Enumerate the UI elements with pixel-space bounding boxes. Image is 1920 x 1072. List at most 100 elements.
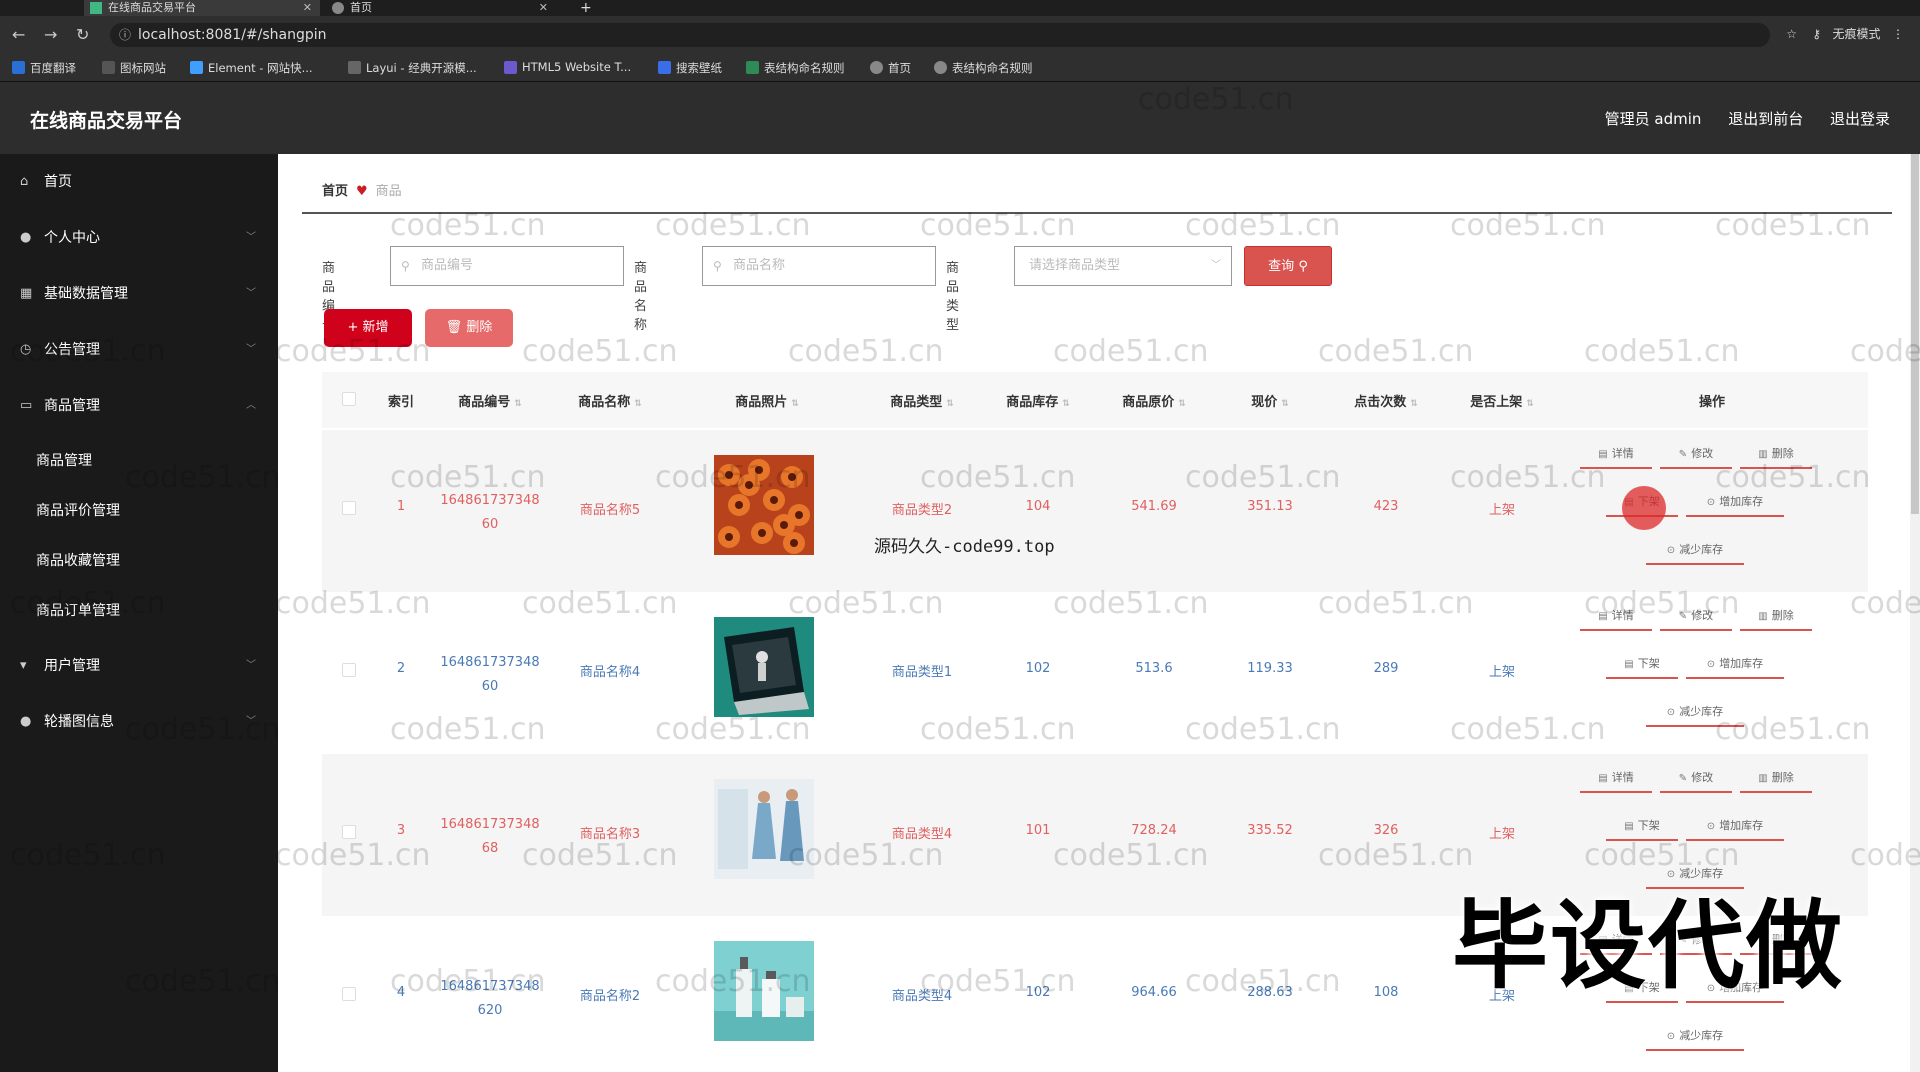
watermark-text: code51.cn [1584,334,1740,369]
watermark-text: code51.cn [655,208,811,243]
browser-tab-active[interactable]: 在线商品交易平台 ✕ [84,0,320,16]
watermark-text: code51.cn [920,208,1076,243]
reload-icon[interactable]: ↻ [76,25,89,44]
trash-icon: ▥ [1758,773,1768,784]
star-icon[interactable]: ☆ [1786,27,1797,41]
delete-button[interactable]: ▥ 删除 [1740,763,1812,793]
th-type[interactable]: 商品类型 ⇅ [862,391,982,410]
back-icon[interactable]: ← [12,25,25,44]
sidebar-item-basedata[interactable]: ▦ 基础数据管理 ﹀ [0,274,278,314]
sort-icon[interactable]: ⇅ [514,399,522,409]
row-checkbox[interactable] [342,501,356,515]
bookmark-label: 表结构命名规则 [952,61,1033,75]
sort-icon[interactable]: ⇅ [634,399,642,409]
bookmark-item[interactable]: Element - 网站快... [190,60,313,76]
cell-status: 上架 [1488,665,1515,680]
query-button[interactable]: 查询 ⚲ [1244,246,1332,286]
sidebar-sub-favorites[interactable]: 商品收藏管理 [0,542,278,580]
breadcrumb-home[interactable]: 首页 [322,184,348,199]
sort-icon[interactable]: ⇅ [1410,399,1418,409]
promo-overlay-text: 毕设代做 [1452,890,1844,1002]
th-label: 操作 [1698,395,1725,410]
th-label: 商品名称 [578,395,631,410]
location-icon: ⊙ [1706,659,1716,670]
detail-button[interactable]: ▤ 详情 [1580,763,1652,793]
name-search-input[interactable]: ⚲ 商品名称 [702,246,936,286]
sidebar-item-home[interactable]: ⌂ 首页 [0,162,278,202]
sort-icon[interactable]: ⇅ [1526,399,1534,409]
offshelf-button[interactable]: ▤下架 [1606,811,1678,841]
bookmark-item[interactable]: Layui - 经典开源模... [348,60,477,76]
row-checkbox[interactable] [342,825,356,839]
browser-tab-home[interactable]: 首页 ✕ [326,0,556,16]
bookmark-item[interactable]: 图标网站 [102,60,166,76]
chevron-down-icon: ﹀ [246,344,256,355]
cell-clicks: 108 [1373,985,1399,1000]
tab-close-icon[interactable]: ✕ [303,0,312,16]
bookmark-icon [12,61,25,74]
bookmark-item[interactable]: 表结构命名规则 [746,60,845,76]
bookmark-item[interactable]: 百度翻译 [12,60,76,76]
delete-button[interactable]: ▥ 删除 [1740,601,1812,631]
add-stock-button[interactable]: ⊙ 增加库存 [1686,649,1784,679]
menu-icon[interactable]: ⋮ [1892,27,1904,41]
th-photo[interactable]: 商品照片 ⇅ [702,391,832,410]
watermark-text: code51.cn [1185,712,1341,747]
watermark-text: code51.cn [522,586,678,621]
bookmark-item[interactable]: 首页 [870,60,911,76]
sort-icon[interactable]: ⇅ [946,399,954,409]
edit-button[interactable]: ✎ 修改 [1660,763,1732,793]
location-icon: ⊙ [1666,707,1676,718]
th-name[interactable]: 商品名称 ⇅ [550,391,670,410]
sidebar-sub-reviews[interactable]: 商品评价管理 [0,492,278,530]
bookmark-item[interactable]: 表结构命名规则 [934,60,1033,76]
sidebar-item-label: 轮播图信息 [44,714,114,730]
cell-orig-price: 728.24 [1131,823,1177,838]
reduce-stock-button[interactable]: ⊙ 减少库存 [1646,1021,1744,1051]
key-icon[interactable]: ⚷ [1812,27,1821,41]
watermark-text: code51.cn [1138,82,1294,117]
type-select[interactable]: 请选择商品类型 ﹀ [1014,246,1232,286]
offshelf-button[interactable]: ▤下架 [1606,649,1678,679]
bookmark-item[interactable]: 搜索壁纸 [658,60,722,76]
name-placeholder: 商品名称 [733,258,786,273]
add-stock-button[interactable]: ⊙ 增加库存 [1686,811,1784,841]
sort-icon[interactable]: ⇅ [791,399,799,409]
sort-icon[interactable]: ⇅ [1062,399,1070,409]
url-field[interactable]: ⓘ localhost:8081/#/shangpin [110,23,1770,47]
cell-clicks: 289 [1373,661,1399,676]
sidebar-item-goods[interactable]: ▭ 商品管理 ︿ [0,386,278,426]
to-front-link[interactable]: 退出到前台 [1728,110,1803,128]
th-code[interactable]: 商品编号 ⇅ [430,391,550,410]
select-all-checkbox[interactable] [342,392,356,406]
tab-close-icon[interactable]: ✕ [539,0,548,16]
th-price[interactable]: 现价 ⇅ [1210,391,1330,410]
reduce-stock-button[interactable]: ⊙ 减少库存 [1646,535,1744,565]
bookmark-item[interactable]: HTML5 Website T... [504,60,631,74]
batch-delete-button[interactable]: 🗑 删除 [425,309,513,347]
breadcrumb-current: 商品 [375,184,402,199]
new-tab-button[interactable]: + [572,0,602,16]
bookmark-label: 首页 [888,61,911,75]
profile-area[interactable]: ☆ ⚷ 无痕模式 ⋮ [1786,25,1904,42]
th-clicks[interactable]: 点击次数 ⇅ [1326,391,1446,410]
sort-icon[interactable]: ⇅ [1178,399,1186,409]
forward-icon[interactable]: → [44,25,57,44]
watermark-text: code51.cn [275,838,431,873]
th-orig-price[interactable]: 商品原价 ⇅ [1094,391,1214,410]
sidebar-item-users[interactable]: ▾ 用户管理 ﹀ [0,646,278,686]
sidebar-item-profile[interactable]: ● 个人中心 ﹀ [0,218,278,258]
code-search-input[interactable]: ⚲ 商品编号 [390,246,624,286]
row-checkbox[interactable] [342,663,356,677]
watermark-text: code51.cn [788,586,944,621]
row-checkbox[interactable] [342,987,356,1001]
th-index: 索引 [376,391,426,410]
watermark-text: code51.cn [1053,334,1209,369]
bookmark-label: 表结构命名规则 [764,61,845,75]
logout-link[interactable]: 退出登录 [1830,110,1890,128]
sort-icon[interactable]: ⇅ [1281,399,1289,409]
th-stock[interactable]: 商品库存 ⇅ [978,391,1098,410]
th-status[interactable]: 是否上架 ⇅ [1442,391,1562,410]
cell-code: 164861737348 60 [440,493,540,532]
bookmark-label: 图标网站 [120,61,166,75]
